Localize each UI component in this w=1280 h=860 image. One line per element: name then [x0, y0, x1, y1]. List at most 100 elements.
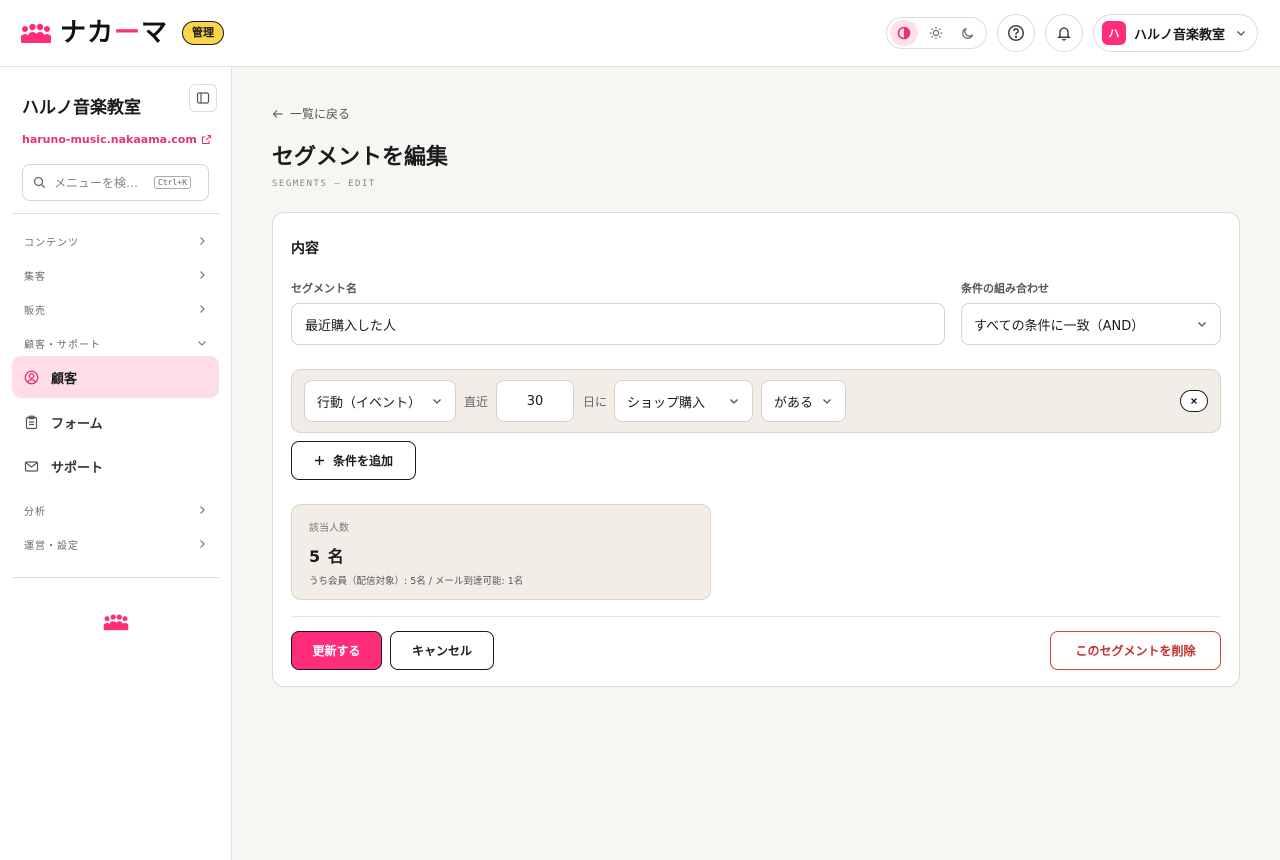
sidebar: ハルノ音楽教室 haruno-music.nakaama.com Ctrl+K …: [0, 67, 232, 860]
add-condition-button[interactable]: 条件を追加: [291, 441, 416, 480]
segment-form-card: 内容 セグメント名 条件の組み合わせ すべての条件に一致（AND） 行動（イベン…: [272, 212, 1240, 687]
sidebar-group-analytics[interactable]: 分析: [12, 499, 219, 521]
sidebar-item-support[interactable]: サポート: [12, 445, 219, 487]
sidebar-group-customers-support[interactable]: 顧客・サポート: [12, 332, 219, 354]
sidebar-item-customers[interactable]: 顧客: [12, 356, 219, 398]
sidebar-collapse-button[interactable]: [189, 84, 217, 112]
sidebar-group-label: 集客: [24, 271, 46, 283]
condition-days-input[interactable]: [496, 380, 574, 422]
main-content: 一覧に戻る セグメントを編集 SEGMENTS — EDIT 内容 セグメント名…: [232, 67, 1280, 860]
chevron-down-icon: [730, 399, 738, 404]
page-title: セグメントを編集: [272, 145, 449, 170]
section-title: 内容: [291, 241, 319, 257]
arrow-left-icon: [272, 109, 283, 118]
card-divider: [291, 616, 1221, 617]
account-name: ハルノ音楽教室: [1134, 27, 1226, 43]
segment-name-input[interactable]: [291, 303, 945, 345]
sidebar-group-label: 分析: [24, 506, 46, 518]
close-icon: [1191, 398, 1197, 404]
account-avatar: ハ: [1102, 21, 1126, 45]
sidebar-item-label: 顧客: [51, 371, 78, 387]
chevron-down-icon: [1237, 31, 1245, 36]
moon-icon: [962, 27, 974, 39]
sidebar-toggle-icon: [196, 92, 210, 104]
chevron-down-icon: [1198, 322, 1206, 327]
plus-icon: [314, 456, 324, 465]
help-icon: [1008, 25, 1024, 41]
sidebar-item-label: サポート: [51, 460, 104, 476]
remove-condition-button[interactable]: [1180, 390, 1208, 412]
matching-count-label: 該当人数: [309, 523, 349, 534]
matching-count-value: 5 名: [309, 547, 345, 566]
sidebar-group-marketing[interactable]: 集客: [12, 264, 219, 286]
condition-event-select[interactable]: ショップ購入: [614, 380, 753, 422]
logo-people-icon: [21, 23, 51, 43]
light-theme-button[interactable]: [922, 20, 950, 46]
admin-badge: 管理: [182, 21, 225, 45]
sidebar-group-sales[interactable]: 販売: [12, 298, 219, 320]
help-button[interactable]: [997, 14, 1035, 52]
user-circle-icon: [24, 370, 39, 384]
sidebar-group-label: 運営・設定: [24, 540, 79, 552]
search-shortcut-hint: Ctrl+K: [154, 176, 191, 189]
chevron-right-icon: [200, 305, 205, 313]
theme-toggle: [886, 17, 987, 49]
site-url-link[interactable]: haruno-music.nakaama.com: [22, 133, 212, 146]
condition-event-value: ショップ購入: [627, 395, 706, 411]
top-bar: ナカーマ 管理 ハ ハルノ音楽教室: [0, 0, 1280, 67]
condition-presence-select[interactable]: がある: [761, 380, 846, 422]
sidebar-group-label: 販売: [24, 305, 46, 317]
contrast-icon: [897, 26, 911, 40]
sidebar-title: ハルノ音楽教室: [22, 98, 141, 118]
page-subtitle: SEGMENTS — EDIT: [272, 179, 376, 189]
sidebar-group-operations-settings[interactable]: 運営・設定: [12, 533, 219, 555]
condition-prefix: 直近: [464, 395, 489, 409]
back-link-label: 一覧に戻る: [290, 107, 351, 121]
chevron-right-icon: [200, 540, 205, 548]
combine-select[interactable]: すべての条件に一致（AND）: [961, 303, 1221, 345]
site-url-text: haruno-music.nakaama.com: [22, 133, 197, 146]
footer-logo-icon: [103, 614, 129, 631]
condition-suffix: 日に: [583, 395, 608, 409]
chevron-down-icon: [433, 399, 441, 404]
sun-icon: [929, 26, 943, 40]
account-menu-button[interactable]: ハ ハルノ音楽教室: [1093, 14, 1258, 52]
sidebar-item-forms[interactable]: フォーム: [12, 401, 219, 443]
add-condition-label: 条件を追加: [332, 454, 393, 468]
condition-presence-value: がある: [774, 395, 814, 411]
sidebar-group-label: コンテンツ: [24, 237, 79, 249]
condition-type-value: 行動（イベント）: [317, 395, 422, 411]
external-link-icon: [201, 134, 211, 145]
condition-row: 行動（イベント） 直近 日に ショップ購入 がある: [291, 369, 1221, 433]
dark-theme-button[interactable]: [954, 20, 982, 46]
menu-search-input[interactable]: [54, 175, 146, 190]
back-to-list-link[interactable]: 一覧に戻る: [272, 105, 350, 122]
search-icon: [33, 176, 46, 189]
notifications-button[interactable]: [1045, 14, 1083, 52]
combine-label: 条件の組み合わせ: [961, 282, 1049, 295]
combine-select-value: すべての条件に一致（AND）: [974, 318, 1145, 334]
delete-segment-button[interactable]: このセグメントを削除: [1050, 631, 1221, 670]
matching-count-panel: 該当人数 5 名 うち会員（配信対象）: 5名 / メール到達可能: 1名: [291, 504, 711, 600]
condition-type-select[interactable]: 行動（イベント）: [304, 380, 456, 422]
segment-name-label: セグメント名: [291, 282, 357, 295]
sidebar-divider: [12, 577, 219, 578]
sidebar-group-content[interactable]: コンテンツ: [12, 230, 219, 252]
logo-text: ナカーマ: [60, 18, 169, 48]
matching-count-note: うち会員（配信対象）: 5名 / メール到達可能: 1名: [309, 576, 524, 587]
chevron-right-icon: [200, 271, 205, 279]
menu-search: Ctrl+K: [22, 164, 209, 201]
update-button[interactable]: 更新する: [291, 631, 382, 670]
chevron-down-icon: [823, 399, 831, 404]
bell-icon: [1057, 27, 1071, 41]
clipboard-icon: [25, 415, 38, 429]
brand-logo[interactable]: ナカーマ 管理: [20, 18, 225, 48]
chevron-down-icon: [198, 341, 206, 346]
mail-icon: [24, 460, 39, 472]
chevron-right-icon: [200, 506, 205, 514]
contrast-theme-button[interactable]: [890, 20, 918, 46]
chevron-right-icon: [200, 237, 205, 245]
sidebar-item-label: フォーム: [51, 416, 103, 432]
cancel-button[interactable]: キャンセル: [390, 631, 494, 670]
sidebar-divider: [12, 213, 219, 214]
